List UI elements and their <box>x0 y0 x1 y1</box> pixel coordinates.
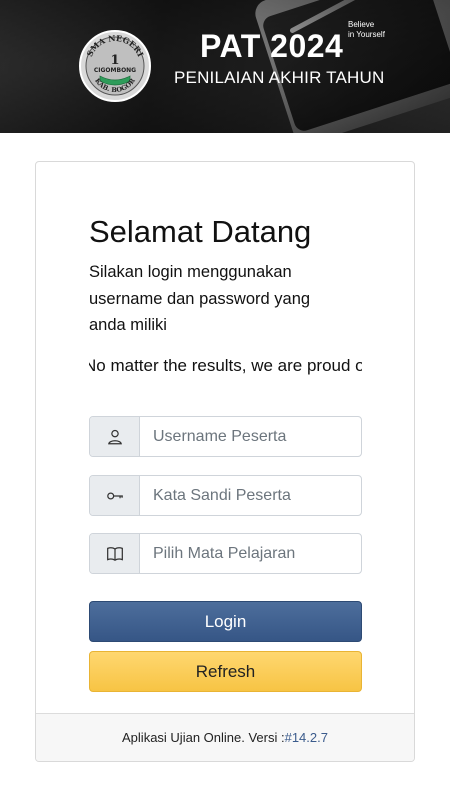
subject-addon <box>90 534 140 573</box>
password-field <box>89 475 362 516</box>
subject-select[interactable] <box>140 534 361 573</box>
welcome-heading: Selamat Datang <box>89 214 312 249</box>
user-icon <box>107 429 122 444</box>
refresh-button[interactable]: Refresh <box>89 651 362 692</box>
subject-field <box>89 533 362 574</box>
school-logo: SMA NEGERI 1 CIGOMBONG KAB. BOGOR <box>78 29 152 103</box>
login-card: Selamat Datang Silakan login menggunakan… <box>35 161 415 762</box>
password-addon <box>90 476 140 515</box>
book-icon <box>106 546 123 561</box>
version-number: #14.2.7 <box>284 730 328 745</box>
password-input[interactable] <box>140 476 361 515</box>
username-input[interactable] <box>140 417 361 456</box>
header-banner: SMA NEGERI 1 CIGOMBONG KAB. BOGOR Believ… <box>0 0 450 133</box>
logo-number: 1 <box>110 53 119 68</box>
marquee-text: No matter the results, we are proud of <box>89 356 362 375</box>
page-title: PAT 2024 <box>200 28 344 64</box>
username-field <box>89 416 362 457</box>
banner-tagline: Believe in Yourself <box>348 20 385 39</box>
username-addon <box>90 417 140 456</box>
page-subtitle: PENILAIAN AKHIR TAHUN <box>174 68 385 87</box>
login-instructions: Silakan login menggunakan username dan p… <box>89 263 311 334</box>
footer-text: Aplikasi Ujian Online. Versi : <box>122 730 285 745</box>
logo-name: CIGOMBONG <box>94 67 136 74</box>
key-icon <box>106 491 123 500</box>
login-button[interactable]: Login <box>89 601 362 642</box>
app-version-footer: Aplikasi Ujian Online. Versi :#14.2.7 <box>36 713 414 761</box>
running-text-marquee: No matter the results, we are proud of <box>89 356 362 380</box>
